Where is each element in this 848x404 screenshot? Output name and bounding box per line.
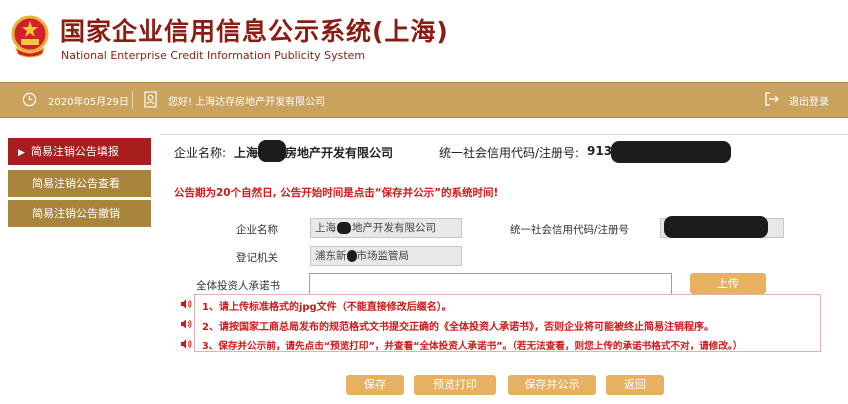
form-credit-code-label: 统一社会信用代码/注册号 bbox=[510, 224, 630, 236]
company-name-start: 上海 bbox=[234, 146, 259, 160]
field-text-start: 浦东新 bbox=[315, 250, 347, 262]
company-name-field: 上海 地产开发有限公司 bbox=[310, 218, 462, 238]
sidebar-item-fill-notice[interactable]: ▶ 简易注销公告填报 bbox=[8, 138, 151, 165]
instruction-line: 1、请上传标准格式的jpg文件（不能直接修改后缀名）。 bbox=[202, 302, 452, 313]
redaction-mark bbox=[664, 216, 768, 238]
greeting-text: 您好! 上海达存房地产开发有限公司 bbox=[168, 97, 326, 108]
company-name-label: 企业名称: bbox=[174, 146, 227, 160]
publicity-notice: 公告期为20个自然日, 公告开始时间是点击“保存并公示”的系统时间! bbox=[174, 187, 499, 199]
commitment-letter-label: 全体投资人承诺书 bbox=[196, 280, 280, 292]
save-and-publish-button[interactable]: 保存并公示 bbox=[508, 375, 596, 395]
speaker-icon bbox=[181, 339, 192, 349]
info-bar: 2020年05月29日 您好! 上海达存房地产开发有限公司 退出登录 bbox=[0, 82, 848, 118]
system-title: 国家企业信用信息公示系统(上海) bbox=[60, 17, 449, 46]
sidebar-item-label: 简易注销公告查看 bbox=[32, 177, 120, 190]
national-emblem-icon bbox=[11, 15, 49, 58]
triangle-right-icon: ▶ bbox=[18, 148, 25, 158]
registration-authority-field: 浦东新 市场监管局 bbox=[310, 246, 462, 266]
logout-icon[interactable] bbox=[764, 91, 780, 107]
upload-button[interactable]: 上传 bbox=[690, 273, 766, 294]
form-authority-label: 登记机关 bbox=[236, 252, 278, 264]
redaction-mark bbox=[611, 141, 731, 163]
redaction-mark bbox=[346, 250, 357, 262]
sidebar-item-revoke-notice[interactable]: 简易注销公告撤销 bbox=[8, 200, 151, 227]
divider bbox=[132, 91, 133, 109]
clock-icon bbox=[22, 92, 37, 107]
instruction-line: 3、保存并公示前，请先点击“预览打印”，并查看“全体投资人承诺书”。（若无法查看… bbox=[202, 341, 743, 352]
user-icon bbox=[144, 91, 157, 108]
field-text-end: 市场监管局 bbox=[356, 250, 410, 262]
commitment-letter-input[interactable] bbox=[309, 273, 672, 295]
redaction-mark bbox=[337, 222, 351, 234]
back-button[interactable]: 返回 bbox=[606, 375, 664, 395]
instruction-line: 2、请按国家工商总局发布的规范格式文书提交正确的《全体投资人承诺书》，否则企业将… bbox=[202, 322, 714, 333]
divider bbox=[160, 134, 848, 135]
sidebar-item-label: 简易注销公告填报 bbox=[30, 145, 119, 158]
logout-link[interactable]: 退出登录 bbox=[789, 93, 829, 108]
credit-code-start: 913 bbox=[587, 144, 613, 158]
current-date: 2020年05月29日 bbox=[48, 97, 129, 108]
speaker-icon bbox=[181, 299, 192, 309]
redaction-mark bbox=[258, 140, 286, 162]
field-text-start: 上海 bbox=[315, 222, 336, 234]
speaker-icon bbox=[181, 319, 192, 329]
form-company-name-label: 企业名称 bbox=[236, 224, 278, 236]
save-button[interactable]: 保存 bbox=[346, 375, 404, 395]
system-subtitle: National Enterprise Credit Information P… bbox=[61, 49, 366, 62]
company-name-end: 房地产开发有限公司 bbox=[285, 146, 394, 160]
sidebar-item-view-notice[interactable]: 简易注销公告查看 bbox=[8, 170, 151, 197]
sidebar-item-label: 简易注销公告撤销 bbox=[32, 207, 120, 220]
credit-code-label: 统一社会信用代码/注册号: bbox=[439, 146, 580, 160]
site-header: 国家企业信用信息公示系统(上海) National Enterprise Cre… bbox=[0, 0, 848, 80]
preview-print-button[interactable]: 预览打印 bbox=[414, 375, 496, 395]
field-text-end: 地产开发有限公司 bbox=[352, 222, 436, 234]
